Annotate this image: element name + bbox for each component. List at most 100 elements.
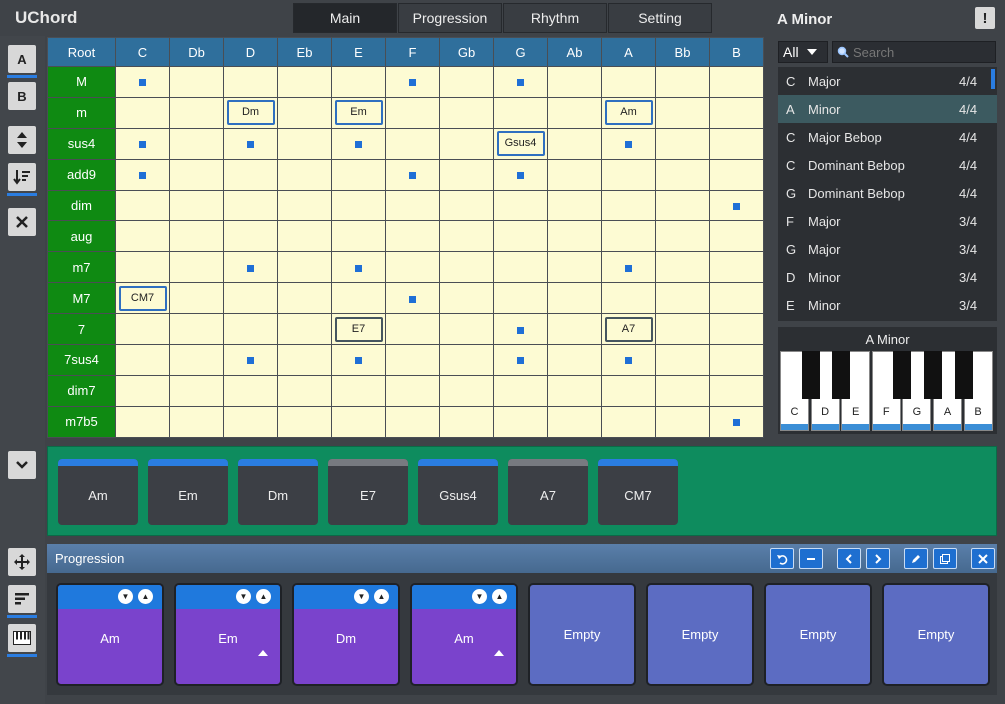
chord-cell[interactable] bbox=[548, 345, 601, 375]
expand-vertical-button[interactable] bbox=[8, 126, 36, 154]
chord-cell[interactable] bbox=[278, 345, 331, 375]
progression-slot[interactable]: ▼ ▲ Am bbox=[56, 583, 164, 686]
grid-col-header[interactable]: G bbox=[494, 38, 547, 66]
chord-cell[interactable] bbox=[224, 252, 277, 283]
chord-cell[interactable] bbox=[656, 128, 709, 159]
chord-cell[interactable]: Em bbox=[332, 97, 385, 128]
chord-cell[interactable] bbox=[494, 252, 547, 283]
chord-cell[interactable] bbox=[170, 190, 223, 221]
chord-cell[interactable]: E7 bbox=[332, 314, 385, 345]
chord-cell[interactable] bbox=[440, 345, 493, 375]
chord-cell[interactable] bbox=[656, 67, 709, 97]
chevron-down-circle-icon[interactable]: ▼ bbox=[118, 589, 133, 604]
chord-cell[interactable] bbox=[332, 159, 385, 190]
remove-button[interactable] bbox=[799, 548, 823, 569]
chord-cell[interactable] bbox=[332, 128, 385, 159]
tab-main[interactable]: Main bbox=[293, 3, 397, 33]
grid-row-header[interactable]: M bbox=[48, 67, 115, 97]
chord-cell[interactable] bbox=[278, 221, 331, 252]
chord-cell[interactable] bbox=[278, 67, 331, 97]
tab-progression[interactable]: Progression bbox=[398, 3, 502, 33]
chord-cell[interactable]: A7 bbox=[602, 314, 655, 345]
chord-cell[interactable] bbox=[494, 314, 547, 345]
chord-cell[interactable]: CM7 bbox=[116, 283, 169, 314]
chord-cell[interactable] bbox=[494, 406, 547, 437]
scale-list-item[interactable]: C Major 4/4 bbox=[778, 67, 997, 95]
chevron-down-circle-icon[interactable]: ▼ bbox=[472, 589, 487, 604]
chord-cell[interactable] bbox=[494, 283, 547, 314]
edit-button[interactable] bbox=[904, 548, 928, 569]
grid-row-header[interactable]: add9 bbox=[48, 159, 115, 190]
grid-row-header[interactable]: aug bbox=[48, 221, 115, 252]
chord-cell[interactable] bbox=[224, 345, 277, 375]
keyboard-button[interactable] bbox=[7, 624, 37, 657]
chord-cell[interactable] bbox=[278, 406, 331, 437]
chord-cell[interactable] bbox=[386, 314, 439, 345]
tab-rhythm[interactable]: Rhythm bbox=[503, 3, 607, 33]
chord-cell[interactable] bbox=[170, 406, 223, 437]
chord-cell[interactable] bbox=[386, 159, 439, 190]
grid-row-header[interactable]: m7 bbox=[48, 252, 115, 283]
grid-col-header[interactable]: Db bbox=[170, 38, 223, 66]
chord-cell[interactable] bbox=[278, 97, 331, 128]
chord-cell[interactable] bbox=[116, 97, 169, 128]
progression-slot-empty[interactable]: Empty bbox=[882, 583, 990, 686]
chord-cell[interactable] bbox=[116, 159, 169, 190]
chord-cell[interactable] bbox=[494, 67, 547, 97]
chord-cell[interactable] bbox=[224, 128, 277, 159]
chord-cell[interactable] bbox=[548, 406, 601, 437]
tab-setting[interactable]: Setting bbox=[608, 3, 712, 33]
piano-black-key[interactable] bbox=[832, 351, 851, 399]
chord-cell[interactable] bbox=[278, 159, 331, 190]
scale-list-item[interactable]: D Minor 3/4 bbox=[778, 263, 997, 291]
scale-filter-select[interactable]: All bbox=[778, 41, 828, 63]
chord-cell[interactable]: Dm bbox=[224, 97, 277, 128]
grid-col-header[interactable]: F bbox=[386, 38, 439, 66]
chord-cell[interactable] bbox=[440, 190, 493, 221]
chord-cell[interactable] bbox=[224, 67, 277, 97]
chord-cell[interactable] bbox=[224, 221, 277, 252]
chord-cell[interactable] bbox=[710, 67, 763, 97]
chord-cell[interactable]: Am bbox=[602, 97, 655, 128]
chord-cell[interactable] bbox=[494, 221, 547, 252]
b-button[interactable]: B bbox=[8, 82, 36, 110]
chord-cell[interactable] bbox=[602, 375, 655, 406]
scale-list-scrollbar[interactable] bbox=[991, 69, 995, 89]
chord-cell[interactable] bbox=[170, 375, 223, 406]
chord-cell[interactable] bbox=[656, 345, 709, 375]
palette-chord-button[interactable]: Dm bbox=[238, 459, 318, 525]
grid-row-header[interactable]: m7b5 bbox=[48, 406, 115, 437]
chord-cell[interactable] bbox=[710, 283, 763, 314]
scale-search-input[interactable] bbox=[853, 44, 993, 60]
chord-cell[interactable] bbox=[602, 345, 655, 375]
chord-cell[interactable] bbox=[602, 283, 655, 314]
chord-cell[interactable] bbox=[386, 128, 439, 159]
chord-chip[interactable]: E7 bbox=[334, 316, 383, 342]
chord-cell[interactable] bbox=[440, 159, 493, 190]
chord-cell[interactable] bbox=[710, 128, 763, 159]
chord-cell[interactable] bbox=[656, 283, 709, 314]
chord-cell[interactable] bbox=[656, 375, 709, 406]
chord-cell[interactable] bbox=[602, 159, 655, 190]
grid-col-header[interactable]: E bbox=[332, 38, 385, 66]
chord-cell[interactable] bbox=[224, 406, 277, 437]
chord-cell[interactable] bbox=[656, 314, 709, 345]
chord-cell[interactable] bbox=[116, 221, 169, 252]
chord-cell[interactable] bbox=[710, 97, 763, 128]
chord-cell[interactable] bbox=[548, 128, 601, 159]
chord-cell[interactable] bbox=[494, 190, 547, 221]
sort-button[interactable] bbox=[7, 163, 37, 196]
chord-cell[interactable] bbox=[602, 252, 655, 283]
chord-cell[interactable] bbox=[224, 190, 277, 221]
grid-row-header[interactable]: 7 bbox=[48, 314, 115, 345]
progression-slot[interactable]: ▼ ▲ Em bbox=[174, 583, 282, 686]
chord-cell[interactable] bbox=[656, 97, 709, 128]
chord-cell[interactable] bbox=[548, 375, 601, 406]
chord-cell[interactable] bbox=[332, 67, 385, 97]
palette-chord-button[interactable]: Gsus4 bbox=[418, 459, 498, 525]
chord-cell[interactable] bbox=[116, 67, 169, 97]
chord-cell[interactable] bbox=[278, 128, 331, 159]
grid-col-header[interactable]: Bb bbox=[656, 38, 709, 66]
chord-chip[interactable]: Am bbox=[604, 100, 653, 126]
grid-row-header[interactable]: M7 bbox=[48, 283, 115, 314]
